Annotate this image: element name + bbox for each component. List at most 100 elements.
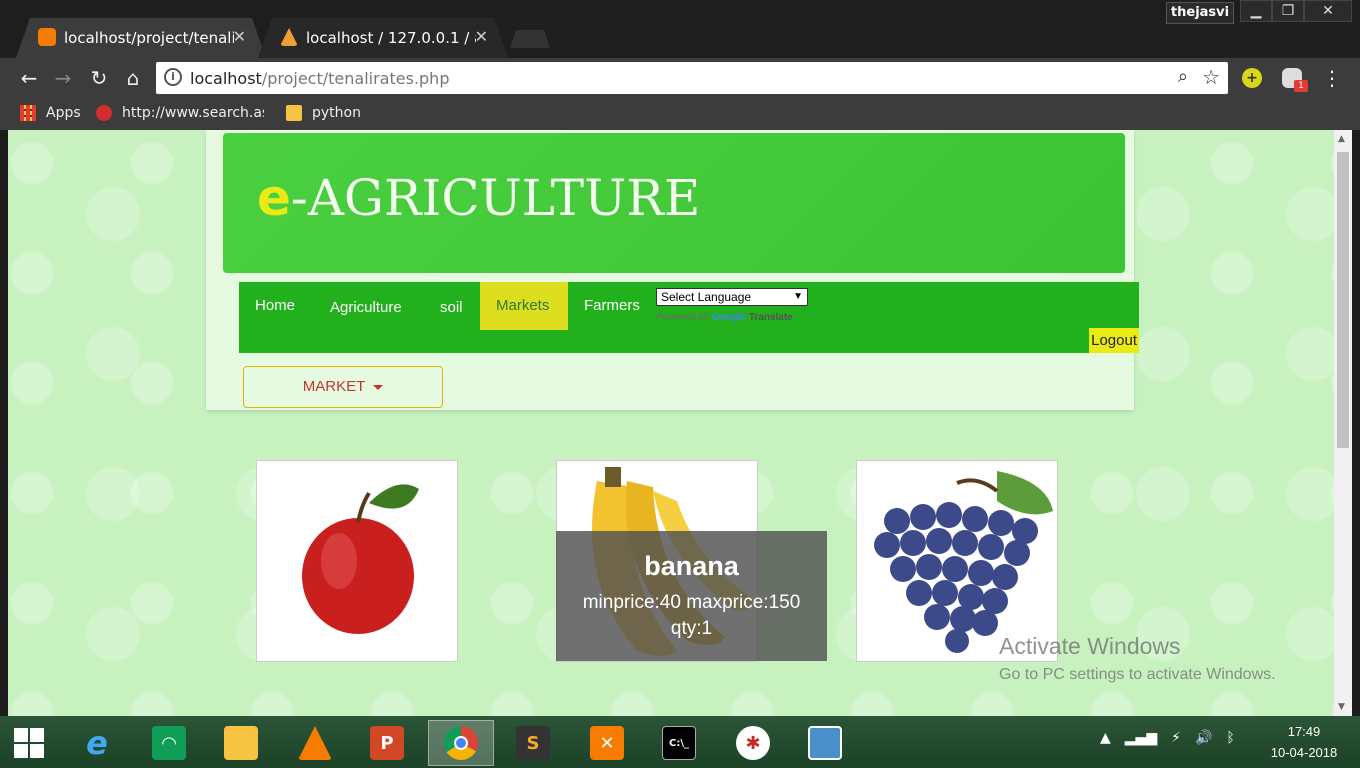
language-select[interactable]: Select Language ▼ <box>656 288 808 306</box>
scrollbar-thumb[interactable] <box>1337 152 1349 448</box>
product-price-range: minprice:40 maxprice:150 <box>582 592 801 613</box>
site-banner: e-AGRICULTURE <box>223 133 1125 273</box>
taskbar-cmd[interactable]: C:\_ <box>646 720 712 766</box>
tab-tenalirates[interactable]: localhost/project/tenalira ✕ <box>16 18 266 58</box>
forward-arrow-icon[interactable]: → <box>50 66 76 90</box>
page-scrollbar[interactable]: ▲ ▼ <box>1334 130 1352 716</box>
windows-start-icon[interactable] <box>14 728 44 758</box>
clock-time: 17:49 <box>1287 724 1321 739</box>
activate-windows-watermark: Activate Windows Go to PC settings to ac… <box>999 633 1276 684</box>
url-text[interactable]: localhost/project/tenalirates.php <box>190 69 449 88</box>
bookmark-search[interactable]: http://www.search.as <box>96 105 264 121</box>
taskbar-sublime[interactable]: S <box>500 720 566 766</box>
nav-farmers[interactable]: Farmers <box>568 282 656 330</box>
new-tab-button[interactable] <box>510 30 550 48</box>
zoom-icon[interactable]: ⌕ <box>1178 66 1188 87</box>
powerpoint-icon: P <box>370 726 404 760</box>
product-grapes[interactable] <box>856 460 1058 662</box>
close-window-icon[interactable]: ✕ <box>1304 0 1352 22</box>
bookmark-label: http://www.search.as <box>122 105 264 121</box>
product-name: banana <box>644 551 739 581</box>
browser-toolbar: ← → ↻ ⌂ i localhost/project/tenalirates.… <box>0 58 1360 100</box>
product-apple[interactable] <box>256 460 458 662</box>
taskbar-powerpoint[interactable]: P <box>354 720 420 766</box>
internet-explorer-icon: e <box>86 724 108 762</box>
nav-markets[interactable]: Markets <box>480 282 568 330</box>
logout-button[interactable]: Logout <box>1089 328 1139 353</box>
taskbar-photos[interactable] <box>792 720 858 766</box>
system-tray: ▲ ▂▄▆ ⚡ 🔊 ᛒ <box>1100 730 1235 746</box>
language-select-value: Select Language <box>661 290 752 304</box>
google-translate-credit: Powered by Google Translate <box>656 312 793 323</box>
taskbar-explorer[interactable] <box>208 720 274 766</box>
main-navbar: Home Agriculture soil Markets Farmers Se… <box>239 282 1139 353</box>
tab-label: localhost/project/tenalira <box>64 29 234 47</box>
bookmark-label: Apps <box>46 105 81 121</box>
tab-label: localhost / 127.0.0.1 / ag <box>306 29 476 47</box>
xampp-icon: ✕ <box>590 726 624 760</box>
watermark-title: Activate Windows <box>999 633 1181 659</box>
apple-image <box>302 484 419 634</box>
spider-web-icon: ✱ <box>736 726 770 760</box>
google-logo[interactable]: Google <box>712 312 746 323</box>
product-hover-overlay: banana minprice:40 maxprice:150 qty:1 <box>556 531 827 661</box>
grapes-image <box>874 471 1053 653</box>
nav-agriculture[interactable]: Agriculture <box>314 284 418 332</box>
profile-chip[interactable]: thejasvi <box>1166 2 1234 24</box>
tab-phpmyadmin[interactable]: localhost / 127.0.0.1 / ag ✕ <box>258 18 508 58</box>
back-arrow-icon[interactable]: ← <box>16 66 42 90</box>
nav-soil[interactable]: soil <box>424 284 479 332</box>
info-icon[interactable]: i <box>164 68 182 86</box>
scroll-up-icon[interactable]: ▲ <box>1338 134 1345 144</box>
bookmark-label: python <box>312 105 361 121</box>
minimize-icon[interactable]: ▁ <box>1240 0 1272 22</box>
bookmark-python[interactable]: python <box>286 105 361 121</box>
taskbar-store[interactable]: ◠ <box>136 720 202 766</box>
store-icon: ◠ <box>152 726 186 760</box>
apps-grid-icon <box>20 105 36 121</box>
maximize-icon[interactable]: ❐ <box>1272 0 1304 22</box>
vlc-icon <box>298 726 332 760</box>
clock-date: 10-04-2018 <box>1270 745 1338 760</box>
chrome-menu-icon[interactable]: ⋮ <box>1322 66 1342 90</box>
windows-taskbar: e ◠ P S ✕ C:\_ ✱ ▲ ▂▄▆ ⚡ 🔊 ᛒ 17:49 10-04… <box>0 716 1360 768</box>
product-qty: qty:1 <box>670 618 713 639</box>
header-card: e-AGRICULTURE Home Agriculture soil Mark… <box>206 130 1139 410</box>
dropdown-arrow-icon: ▼ <box>793 291 803 302</box>
volume-icon[interactable]: 🔊 <box>1195 730 1212 746</box>
file-explorer-icon <box>224 726 258 760</box>
scroll-down-icon[interactable]: ▼ <box>1338 702 1345 712</box>
address-bar[interactable]: i localhost/project/tenalirates.php ⌕ ☆ <box>156 62 1228 94</box>
tab-close-icon[interactable]: ✕ <box>475 27 488 46</box>
nav-home[interactable]: Home <box>239 282 311 330</box>
reload-icon[interactable]: ↻ <box>86 66 112 90</box>
caret-down-icon <box>373 384 384 390</box>
bookmark-star-icon[interactable]: ☆ <box>1202 65 1220 89</box>
photos-icon <box>808 726 842 760</box>
tab-close-icon[interactable]: ✕ <box>233 27 246 46</box>
taskbar-web-app[interactable]: ✱ <box>720 720 786 766</box>
bluetooth-icon[interactable]: ᛒ <box>1226 730 1234 746</box>
command-prompt-icon: C:\_ <box>662 726 696 760</box>
sublime-text-icon: S <box>516 726 550 760</box>
taskbar-vlc[interactable] <box>282 720 348 766</box>
signal-icon[interactable]: ▂▄▆ <box>1125 730 1157 746</box>
extension-badge: 1 <box>1294 80 1308 92</box>
taskbar-clock[interactable]: 17:49 10-04-2018 <box>1262 724 1346 760</box>
bookmark-apps[interactable]: Apps <box>20 105 81 121</box>
taskbar-chrome[interactable] <box>428 720 494 766</box>
home-icon[interactable]: ⌂ <box>120 66 146 90</box>
site-logo[interactable]: e-AGRICULTURE <box>257 169 700 227</box>
taskbar-xampp[interactable]: ✕ <box>574 720 640 766</box>
folder-icon <box>286 105 302 121</box>
network-icon[interactable]: ⚡ <box>1171 730 1181 746</box>
xampp-favicon-icon <box>38 28 56 46</box>
page-viewport: e-AGRICULTURE Home Agriculture soil Mark… <box>8 130 1352 716</box>
extension-icon[interactable]: 1 <box>1282 68 1308 92</box>
tray-expand-icon[interactable]: ▲ <box>1100 730 1111 746</box>
ask-icon <box>96 105 112 121</box>
market-dropdown-button[interactable]: MARKET <box>243 366 443 408</box>
bookmarks-bar: Apps http://www.search.as python <box>0 100 1360 130</box>
extension-plus-icon[interactable]: + <box>1242 68 1262 88</box>
taskbar-ie[interactable]: e <box>64 720 130 766</box>
